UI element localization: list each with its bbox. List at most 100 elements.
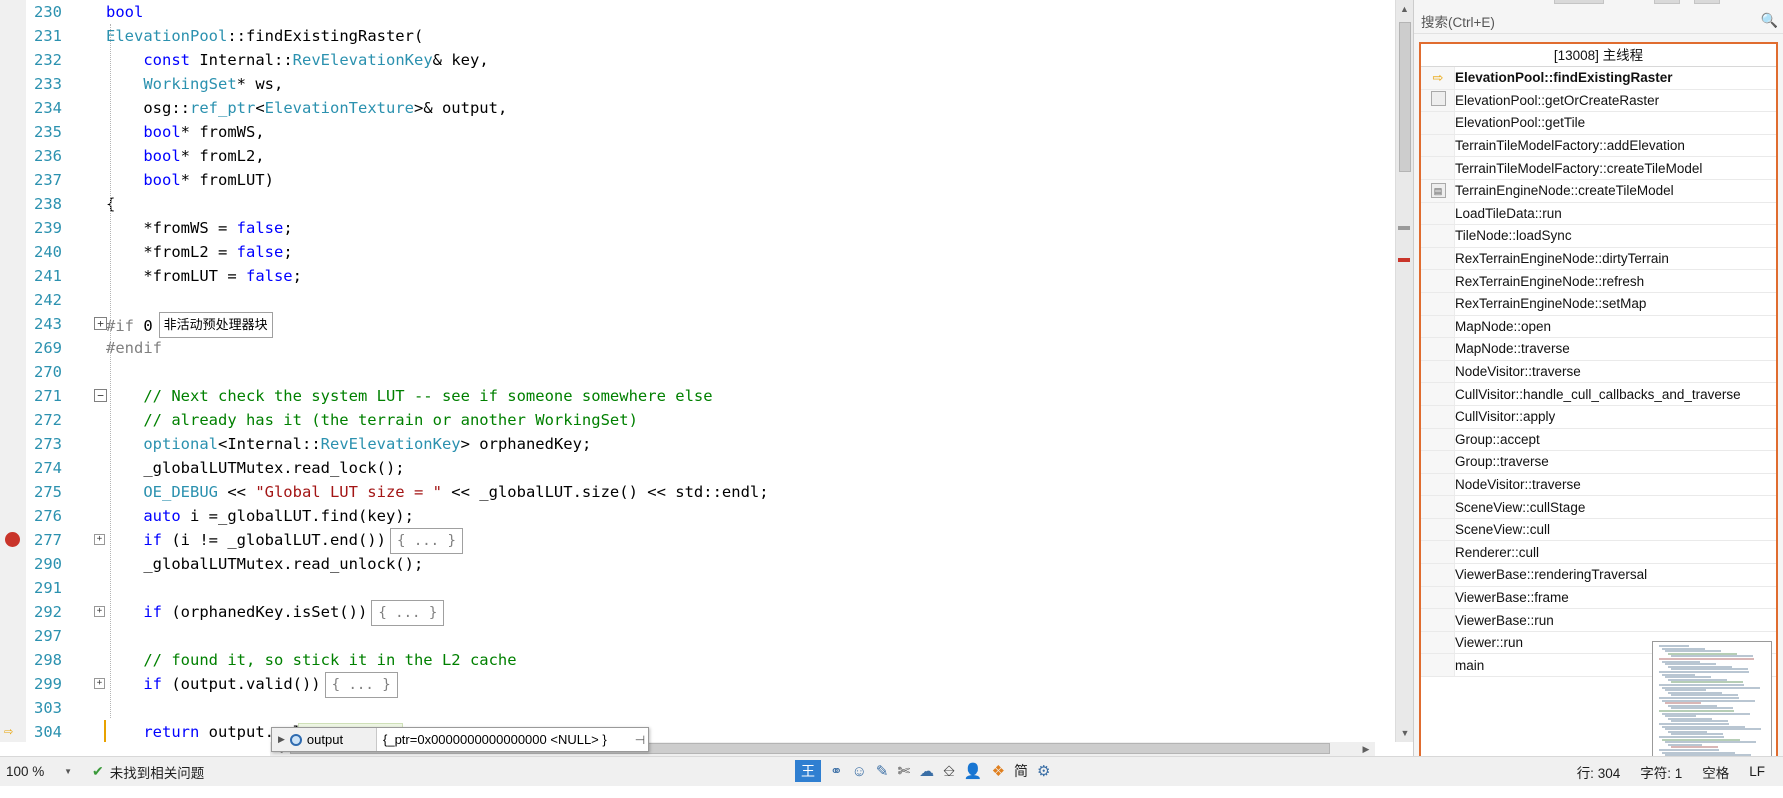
code-line[interactable]: 275 OE_DEBUG << "Global LUT size = " << … bbox=[0, 480, 1375, 504]
ime-tray[interactable]: 王 ⚭ ☺ ✎ ✄ ☁ ⎒ 👤 ❖ 简 ⚙ bbox=[795, 756, 1050, 786]
scissors-icon[interactable]: ✄ bbox=[897, 762, 910, 780]
code-line[interactable]: 230 bool bbox=[0, 0, 1375, 24]
line-number: 297 bbox=[34, 627, 62, 645]
code-line[interactable]: 234 osg::ref_ptr<ElevationTexture>& outp… bbox=[0, 96, 1375, 120]
code-line[interactable]: 299 if (output.valid()){ ... } + bbox=[0, 672, 1375, 698]
line-ending[interactable]: LF bbox=[1739, 764, 1775, 779]
editor-vertical-scrollbar[interactable]: ▲ ▼ bbox=[1395, 0, 1413, 742]
call-stack-row[interactable]: RexTerrainEngineNode::setMap bbox=[1421, 293, 1776, 316]
emoji-icon[interactable]: ☺ bbox=[852, 763, 867, 780]
code-lines[interactable]: 230 bool 231 ElevationPool::findExistingRas… bbox=[0, 0, 1375, 742]
code-line[interactable]: 269 #endif bbox=[0, 336, 1375, 360]
code-line[interactable]: 273 optional<Internal::RevElevationKey> … bbox=[0, 432, 1375, 456]
hscroll-right-arrow[interactable]: ▶ bbox=[1357, 742, 1375, 756]
badge-icon[interactable]: ❖ bbox=[992, 762, 1005, 780]
code-line[interactable]: 231 ElevationPool::findExistingRaster( bbox=[0, 24, 1375, 48]
call-stack-row[interactable]: NodeVisitor::traverse bbox=[1421, 361, 1776, 384]
code-editor-pane[interactable]: 230 bool 231 ElevationPool::findExistingRas… bbox=[0, 0, 1413, 786]
call-stack-list[interactable]: [13008] 主线程 ⇨ ElevationPool::findExisting… bbox=[1419, 42, 1778, 777]
keyboard-icon[interactable]: ⎒ bbox=[943, 763, 955, 780]
code-line[interactable]: 290 _globalLUTMutex.read_unlock(); bbox=[0, 552, 1375, 576]
issue-status[interactable]: ✔ 未找到相关问题 bbox=[92, 762, 204, 782]
datatip-name-cell[interactable]: ▶ output bbox=[272, 728, 377, 751]
ime-badge[interactable]: 王 bbox=[795, 760, 821, 782]
call-stack-row[interactable]: CullVisitor::apply bbox=[1421, 406, 1776, 429]
debugger-datatip[interactable]: ▶ output {_ptr=0x0000000000000000 <NULL>… bbox=[271, 727, 649, 752]
zoom-control[interactable]: 100 % ▼ bbox=[6, 764, 76, 779]
call-stack-row[interactable]: ElevationPool::getTile bbox=[1421, 112, 1776, 135]
collapsed-block[interactable]: { ... } bbox=[324, 672, 398, 698]
code-line[interactable]: 239 *fromWS = false; bbox=[0, 216, 1375, 240]
call-stack-row[interactable]: NodeVisitor::traverse bbox=[1421, 474, 1776, 497]
ime-mode-label[interactable]: 简 bbox=[1014, 761, 1028, 781]
search-icon[interactable]: 🔍 bbox=[1761, 12, 1778, 29]
call-stack-row[interactable]: CullVisitor::handle_cull_callbacks_and_t… bbox=[1421, 383, 1776, 406]
code-line[interactable]: 233 WorkingSet* ws, bbox=[0, 72, 1375, 96]
breakpoint-icon[interactable] bbox=[5, 532, 20, 547]
inactive-preprocessor-block[interactable]: 非活动预处理器块 bbox=[158, 312, 273, 338]
call-stack-pane[interactable]: 搜索(Ctrl+E) 🔍 [13008] 主线程 ⇨ ElevationPool:… bbox=[1413, 0, 1783, 786]
expand-region-icon[interactable]: + bbox=[94, 678, 105, 689]
code-line[interactable]: 297 bbox=[0, 624, 1375, 648]
code-line[interactable]: 304⇨ return output.valid();已用时间 <= 1ms bbox=[0, 720, 1375, 742]
call-stack-row[interactable]: ViewerBase::run bbox=[1421, 609, 1776, 632]
search-row[interactable]: 搜索(Ctrl+E) 🔍 bbox=[1414, 8, 1783, 34]
expand-triangle-icon[interactable]: ▶ bbox=[278, 734, 285, 745]
call-stack-row[interactable]: ViewerBase::renderingTraversal bbox=[1421, 564, 1776, 587]
code-line[interactable]: 237 bool* fromLUT) bbox=[0, 168, 1375, 192]
pin-icon[interactable]: ⊣ bbox=[632, 728, 648, 751]
code-line[interactable]: 235 bool* fromWS, bbox=[0, 120, 1375, 144]
datatip-value-cell[interactable]: {_ptr=0x0000000000000000 <NULL> } bbox=[377, 728, 632, 751]
pen-icon[interactable]: ✎ bbox=[876, 762, 889, 780]
call-stack-row[interactable]: MapNode::open bbox=[1421, 316, 1776, 339]
scroll-thumb[interactable] bbox=[1399, 22, 1411, 172]
code-line[interactable]: 276 auto i =_globalLUT.find(key); bbox=[0, 504, 1375, 528]
code-line[interactable]: 236 bool* fromL2, bbox=[0, 144, 1375, 168]
code-line[interactable]: 242 bbox=[0, 288, 1375, 312]
keys-icon[interactable]: ⚭ bbox=[830, 762, 843, 780]
call-stack-row[interactable]: ⇨ ElevationPool::findExistingRaster bbox=[1421, 67, 1776, 90]
expand-region-icon[interactable]: + bbox=[94, 606, 105, 617]
code-line[interactable]: 292 if (orphanedKey.isSet()){ ... } + bbox=[0, 600, 1375, 626]
code-line[interactable]: 298 // found it, so stick it in the L2 c… bbox=[0, 648, 1375, 672]
call-stack-row[interactable]: TerrainTileModelFactory::addElevation bbox=[1421, 135, 1776, 158]
chevron-down-icon[interactable]: ▼ bbox=[64, 767, 72, 776]
call-stack-row[interactable]: SceneView::cullStage bbox=[1421, 496, 1776, 519]
code-line[interactable]: 271− // Next check the system LUT -- see… bbox=[0, 384, 1375, 408]
call-stack-row[interactable]: ViewerBase::frame bbox=[1421, 587, 1776, 610]
code-line[interactable]: 272 // already has it (the terrain or an… bbox=[0, 408, 1375, 432]
code-line[interactable]: 303 bbox=[0, 696, 1375, 720]
code-line[interactable]: 241 *fromLUT = false; bbox=[0, 264, 1375, 288]
call-stack-row[interactable]: MapNode::traverse bbox=[1421, 338, 1776, 361]
call-stack-row[interactable]: Group::traverse bbox=[1421, 451, 1776, 474]
call-stack-row[interactable]: SceneView::cull bbox=[1421, 519, 1776, 542]
code-line[interactable]: 291 bbox=[0, 576, 1375, 600]
call-stack-row[interactable]: Group::accept bbox=[1421, 429, 1776, 452]
cloud-icon[interactable]: ☁ bbox=[919, 762, 934, 780]
collapsed-block[interactable]: { ... } bbox=[389, 528, 463, 554]
call-stack-row[interactable]: ElevationPool::getOrCreateRaster bbox=[1421, 90, 1776, 113]
code-line[interactable]: 270 bbox=[0, 360, 1375, 384]
call-stack-row[interactable]: ▤ TerrainEngineNode::createTileModel bbox=[1421, 180, 1776, 203]
call-stack-row[interactable]: LoadTileData::run bbox=[1421, 203, 1776, 226]
code-line[interactable]: 277 if (i != _globalLUT.end()){ ... } + bbox=[0, 528, 1375, 554]
indent-mode[interactable]: 空格 bbox=[1692, 762, 1739, 782]
code-line[interactable]: 243 + #if 0 非活动预处理器块 bbox=[0, 312, 1375, 338]
code-line[interactable]: 238{ bbox=[0, 192, 1375, 216]
call-stack-row[interactable]: RexTerrainEngineNode::refresh bbox=[1421, 270, 1776, 293]
code-line[interactable]: 232 const Internal::RevElevationKey& key… bbox=[0, 48, 1375, 72]
collapsed-block[interactable]: { ... } bbox=[371, 600, 445, 626]
gear-icon[interactable]: ⚙ bbox=[1037, 762, 1050, 780]
scroll-down-arrow[interactable]: ▼ bbox=[1396, 724, 1414, 742]
code-line[interactable]: 274 _globalLUTMutex.read_lock(); bbox=[0, 456, 1375, 480]
call-stack-row[interactable]: TerrainTileModelFactory::createTileModel bbox=[1421, 157, 1776, 180]
call-stack-row[interactable]: Renderer::cull bbox=[1421, 541, 1776, 565]
expand-region-icon[interactable]: + bbox=[94, 534, 105, 545]
search-input[interactable]: 搜索(Ctrl+E) bbox=[1414, 11, 1495, 31]
call-stack-row[interactable]: TileNode::loadSync bbox=[1421, 225, 1776, 248]
call-stack-rows[interactable]: ⇨ ElevationPool::findExistingRaster Elevat… bbox=[1421, 67, 1776, 678]
person-icon[interactable]: 👤 bbox=[964, 762, 983, 780]
code-line[interactable]: 240 *fromL2 = false; bbox=[0, 240, 1375, 264]
call-stack-row[interactable]: RexTerrainEngineNode::dirtyTerrain bbox=[1421, 248, 1776, 271]
scroll-up-arrow[interactable]: ▲ bbox=[1396, 0, 1413, 18]
